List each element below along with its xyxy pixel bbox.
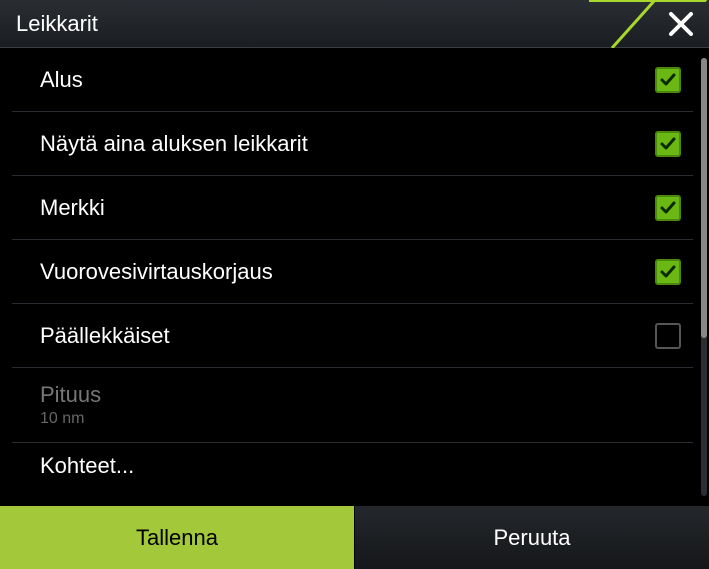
item-label: Näytä aina aluksen leikkarit xyxy=(40,131,308,157)
check-icon xyxy=(659,199,677,217)
check-icon xyxy=(659,263,677,281)
checkbox[interactable] xyxy=(655,323,681,349)
list-item[interactable]: Merkki xyxy=(12,176,693,240)
item-text-col: Merkki xyxy=(40,195,105,221)
checkbox[interactable] xyxy=(655,131,681,157)
save-button[interactable]: Tallenna xyxy=(0,506,354,569)
item-text-col: Näytä aina aluksen leikkarit xyxy=(40,131,308,157)
settings-list-container: Alus Näytä aina aluksen leikkarit Merkki Vu… xyxy=(0,48,709,506)
list-item[interactable]: Alus xyxy=(12,48,693,112)
close-button[interactable] xyxy=(661,4,701,44)
scrollbar-thumb[interactable] xyxy=(701,58,707,338)
list-item[interactable]: Näytä aina aluksen leikkarit xyxy=(12,112,693,176)
item-text-col: Päällekkäiset xyxy=(40,323,170,349)
item-label: Merkki xyxy=(40,195,105,221)
list-item[interactable]: Päällekkäiset xyxy=(12,304,693,368)
item-label: Päällekkäiset xyxy=(40,323,170,349)
item-label: Vuorovesivirtauskorjaus xyxy=(40,259,273,285)
scrollbar[interactable] xyxy=(701,58,707,496)
list-item[interactable]: Pituus 10 nm xyxy=(12,368,693,443)
cancel-button[interactable]: Peruuta xyxy=(354,506,709,569)
checkbox[interactable] xyxy=(655,195,681,221)
dialog-title: Leikkarit xyxy=(0,11,98,37)
dialog-footer: Tallenna Peruuta xyxy=(0,506,709,569)
item-label: Kohteet... xyxy=(40,453,134,479)
close-icon xyxy=(668,11,694,37)
check-icon xyxy=(659,71,677,89)
list-item[interactable]: Vuorovesivirtauskorjaus xyxy=(12,240,693,304)
dialog-header: Leikkarit xyxy=(0,0,709,48)
item-text-col: Alus xyxy=(40,67,83,93)
item-text-col: Pituus 10 nm xyxy=(40,382,101,428)
item-subtext: 10 nm xyxy=(40,410,101,428)
item-text-col: Vuorovesivirtauskorjaus xyxy=(40,259,273,285)
item-text-col: Kohteet... xyxy=(40,453,134,479)
checkbox[interactable] xyxy=(655,67,681,93)
item-label: Alus xyxy=(40,67,83,93)
list-item[interactable]: Kohteet... xyxy=(12,443,693,483)
check-icon xyxy=(659,135,677,153)
item-label: Pituus xyxy=(40,382,101,408)
checkbox[interactable] xyxy=(655,259,681,285)
settings-list: Alus Näytä aina aluksen leikkarit Merkki Vu… xyxy=(0,48,709,483)
